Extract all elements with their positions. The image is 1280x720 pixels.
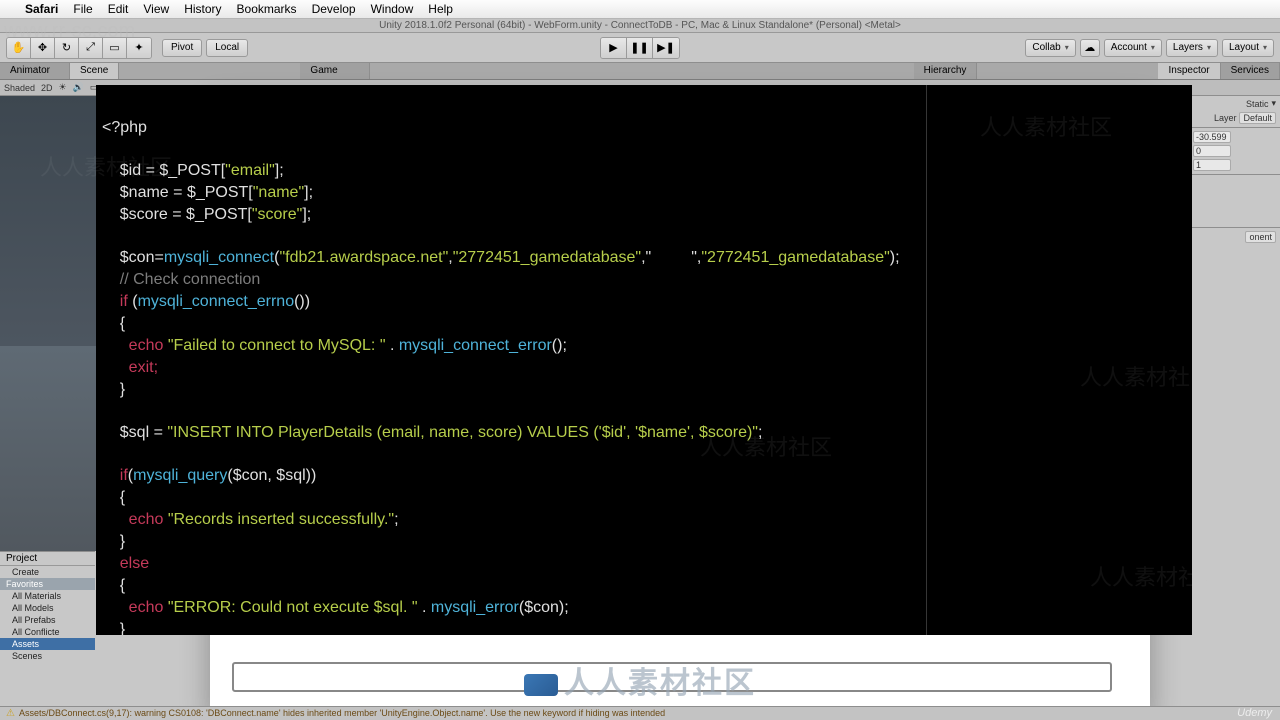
- project-tab[interactable]: Project: [0, 552, 95, 566]
- rot-z[interactable]: 0: [1193, 145, 1231, 157]
- menu-help[interactable]: Help: [428, 2, 453, 16]
- tab-scene[interactable]: Scene: [70, 63, 119, 79]
- fav-models[interactable]: All Models: [0, 602, 95, 614]
- create-button[interactable]: Create: [0, 566, 95, 578]
- layer-label: Layer: [1214, 113, 1237, 123]
- menu-app[interactable]: Safari: [25, 2, 58, 16]
- unity-toolbar: ✋ ✥ ↻ ⤢ ▭ ✦ Pivot Local ▶ ❚❚ ▶❚ Collab ☁…: [0, 33, 1280, 63]
- pivot-toggle[interactable]: Pivot: [162, 39, 202, 57]
- code-editor[interactable]: <?php $id = $_POST["email"]; $name = $_P…: [96, 85, 1192, 635]
- step-button[interactable]: ▶❚: [653, 38, 679, 58]
- fav-conflicted[interactable]: All Conflicte: [0, 626, 95, 638]
- local-toggle[interactable]: Local: [206, 39, 248, 57]
- menu-history[interactable]: History: [184, 2, 221, 16]
- pause-button[interactable]: ❚❚: [627, 38, 653, 58]
- unity-status-bar[interactable]: ⚠ Assets/DBConnect.cs(9,17): warning CS0…: [0, 706, 1280, 720]
- assets-folder[interactable]: Assets: [0, 638, 95, 650]
- favorites-header[interactable]: Favorites: [0, 578, 95, 590]
- menu-window[interactable]: Window: [371, 2, 414, 16]
- code-ruler: [926, 85, 927, 635]
- add-component-button[interactable]: onent: [1245, 231, 1276, 243]
- play-controls: ▶ ❚❚ ▶❚: [600, 37, 680, 59]
- scl-z[interactable]: 1: [1193, 159, 1231, 171]
- account-dropdown[interactable]: Account: [1104, 39, 1162, 57]
- light-icon[interactable]: ☀: [59, 82, 67, 93]
- watermark-url: www.rr-sc.com: [4, 20, 135, 43]
- play-button[interactable]: ▶: [601, 38, 627, 58]
- udemy-logo: Udemy: [1237, 707, 1272, 719]
- tab-hierarchy[interactable]: Hierarchy: [914, 63, 978, 79]
- layout-dropdown[interactable]: Layout: [1222, 39, 1274, 57]
- pos-z[interactable]: -30.599: [1193, 131, 1231, 143]
- project-panel: Project Create Favorites All Materials A…: [0, 551, 95, 686]
- tab-animator[interactable]: Animator: [0, 63, 70, 79]
- tab-game[interactable]: Game: [300, 63, 370, 79]
- watermark-big: 人人素材社区: [524, 658, 756, 702]
- static-label[interactable]: Static: [1246, 99, 1269, 109]
- collab-dropdown[interactable]: Collab: [1025, 39, 1075, 57]
- fav-materials[interactable]: All Materials: [0, 590, 95, 602]
- cloud-icon[interactable]: ☁: [1080, 39, 1100, 57]
- watermark-logo-icon: [524, 674, 558, 696]
- menu-file[interactable]: File: [73, 2, 92, 16]
- layer-dropdown[interactable]: Default: [1239, 112, 1276, 124]
- unity-tab-row: Animator Scene Game Hierarchy Inspector …: [0, 63, 1280, 80]
- tab-services[interactable]: Services: [1221, 63, 1280, 79]
- audio-icon[interactable]: 🔊: [73, 82, 84, 93]
- 2d-toggle[interactable]: 2D: [41, 83, 53, 93]
- scenes-folder[interactable]: Scenes: [0, 650, 95, 662]
- shading-mode[interactable]: Shaded: [4, 83, 35, 93]
- layers-dropdown[interactable]: Layers: [1166, 39, 1218, 57]
- status-text: Assets/DBConnect.cs(9,17): warning CS010…: [19, 707, 665, 720]
- fav-prefabs[interactable]: All Prefabs: [0, 614, 95, 626]
- warning-icon: ⚠: [6, 707, 15, 720]
- tab-inspector[interactable]: Inspector: [1158, 63, 1220, 79]
- menu-view[interactable]: View: [143, 2, 169, 16]
- mac-menu-bar: Safari File Edit View History Bookmarks …: [0, 0, 1280, 19]
- menu-edit[interactable]: Edit: [108, 2, 129, 16]
- unity-window-title: Unity 2018.1.0f2 Personal (64bit) - WebF…: [0, 19, 1280, 33]
- menu-bookmarks[interactable]: Bookmarks: [237, 2, 297, 16]
- menu-develop[interactable]: Develop: [312, 2, 356, 16]
